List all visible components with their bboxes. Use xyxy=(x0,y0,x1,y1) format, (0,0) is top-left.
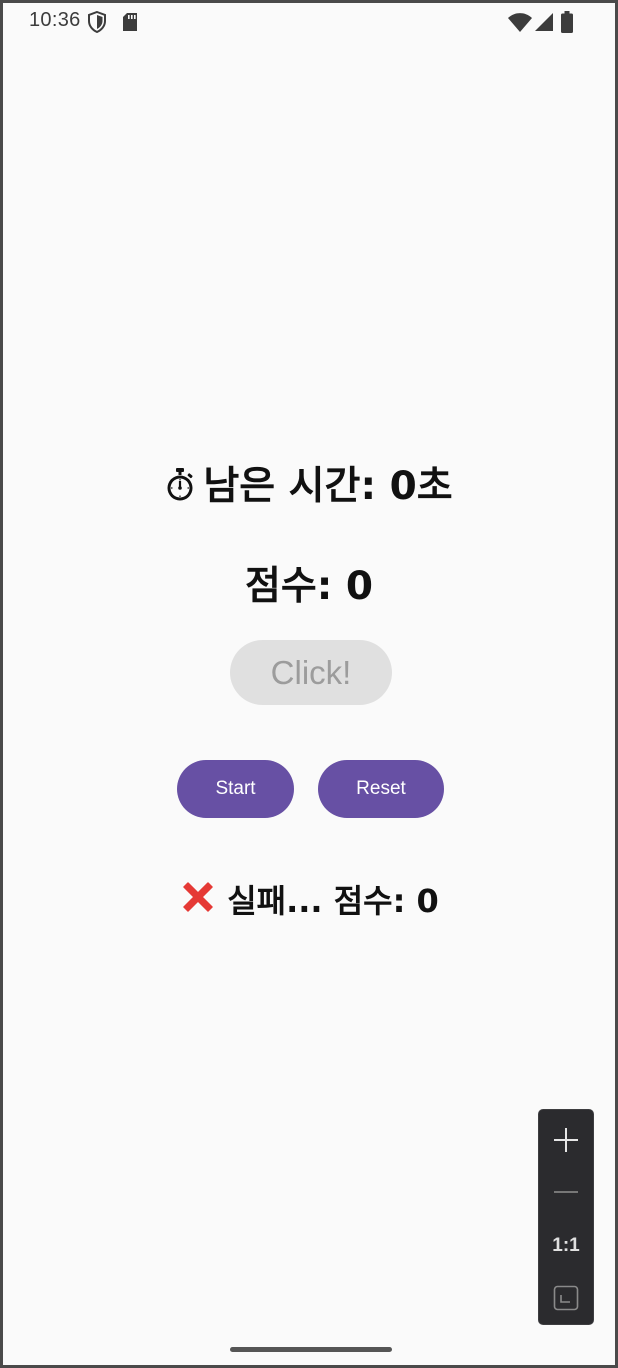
zoom-out-icon xyxy=(554,1191,578,1193)
stopwatch-icon xyxy=(167,468,193,501)
result-label: 실패... 점수: 0 xyxy=(227,882,439,920)
remaining-time-label: 남은 시간: 0초 xyxy=(203,464,453,509)
wifi-icon xyxy=(508,13,532,32)
zoom-controls: 1:1 xyxy=(538,1109,594,1325)
start-button[interactable]: Start xyxy=(177,760,294,818)
reset-button[interactable]: Reset xyxy=(318,760,444,818)
zoom-reset-button[interactable]: 1:1 xyxy=(539,1226,593,1266)
shield-icon xyxy=(88,11,106,33)
score: 점수: 0 xyxy=(244,564,374,609)
battery-icon xyxy=(561,11,573,33)
status-time: 10:36 xyxy=(29,9,81,31)
fit-screen-icon xyxy=(553,1285,579,1311)
zoom-out-button[interactable] xyxy=(539,1172,593,1212)
cross-mark-icon xyxy=(183,882,213,912)
sd-card-icon xyxy=(123,13,137,31)
signal-icon xyxy=(535,13,553,31)
click-button[interactable]: Click! xyxy=(230,640,392,705)
zoom-in-icon xyxy=(554,1128,578,1152)
status-bar: 10:36 xyxy=(3,3,615,41)
zoom-in-button[interactable] xyxy=(539,1120,593,1160)
home-indicator[interactable] xyxy=(230,1347,392,1352)
app-screen: 10:36 남은 시간: 0초 점수: 0 Click! Start Reset… xyxy=(3,3,615,1365)
result-message: 실패... 점수: 0 xyxy=(3,876,615,922)
remaining-time: 남은 시간: 0초 xyxy=(3,455,615,511)
fit-screen-button[interactable] xyxy=(539,1278,593,1318)
